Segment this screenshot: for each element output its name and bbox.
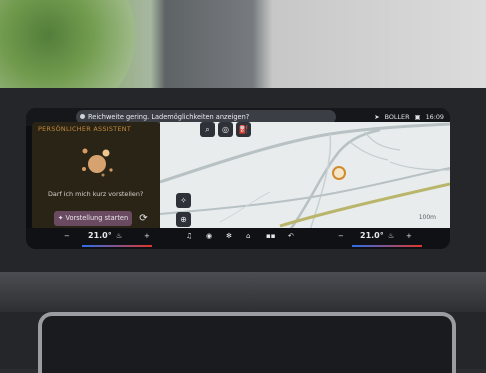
navigation-arrow-icon: ➤ (374, 113, 380, 121)
map-roads (160, 122, 450, 230)
assistant-question: Darf ich mich kurz vorstellen? (48, 190, 144, 198)
back-icon[interactable]: ↶ (288, 232, 294, 240)
time-label: 16:09 (425, 113, 444, 121)
temp-right-slider (352, 245, 422, 247)
location-label: BOLLER (384, 113, 410, 121)
infotainment-screen: Reichweite gering. Lademöglichkeiten anz… (26, 108, 450, 249)
air-vent (38, 312, 456, 373)
dashboard-trim (0, 272, 486, 312)
temp-left-increase-button[interactable]: + (144, 232, 150, 240)
vehicle-position-icon (332, 166, 346, 180)
calendar-icon: ▣ (414, 113, 421, 121)
start-introduction-button[interactable]: ✦ Vorstellung starten (54, 211, 132, 226)
temp-left-slider (82, 245, 152, 247)
refresh-icon[interactable]: ⟳ (136, 211, 151, 226)
temp-right-value: 21.0° (360, 231, 384, 240)
seat-heat-left-icon[interactable]: ♨ (116, 232, 122, 240)
compass-icon[interactable]: ✧ (176, 193, 191, 208)
temp-right-increase-button[interactable]: + (406, 232, 412, 240)
temp-left-value: 21.0° (88, 231, 112, 240)
temp-left-decrease-button[interactable]: − (64, 232, 70, 240)
zoom-in-icon[interactable]: ⊕ (176, 212, 191, 227)
assistant-orb-icon (82, 148, 113, 177)
apps-icon[interactable]: ▪▪ (266, 232, 276, 240)
temp-right-decrease-button[interactable]: − (338, 232, 344, 240)
climate-bar: − 21.0° ♨ + ♫ ◉ ✻ ⌂ ▪▪ ↶ − 21.0° ♨ + (26, 228, 450, 249)
search-icon[interactable]: ⌕ (200, 122, 215, 137)
map-scale: 100m (418, 214, 436, 221)
home-icon[interactable]: ⌂ (246, 232, 250, 240)
navigation-map[interactable]: ⌕ ◎ ⛽ 100m (160, 122, 450, 230)
personal-assistant-panel: PERSÖNLICHER ASSISTENT Darf ich mich kur… (32, 122, 160, 230)
assistant-title: PERSÖNLICHER ASSISTENT (38, 125, 132, 133)
charging-station-icon[interactable]: ⛽ (236, 122, 251, 137)
destination-icon[interactable]: ◎ (218, 122, 233, 137)
start-introduction-label: Vorstellung starten (65, 214, 129, 222)
seat-heat-right-icon[interactable]: ♨ (388, 232, 394, 240)
phone-icon[interactable]: ◉ (206, 232, 212, 240)
notification-dot-icon (80, 114, 85, 119)
background-trees (0, 0, 160, 88)
music-icon[interactable]: ♫ (186, 232, 192, 240)
fan-icon[interactable]: ✻ (226, 232, 232, 240)
